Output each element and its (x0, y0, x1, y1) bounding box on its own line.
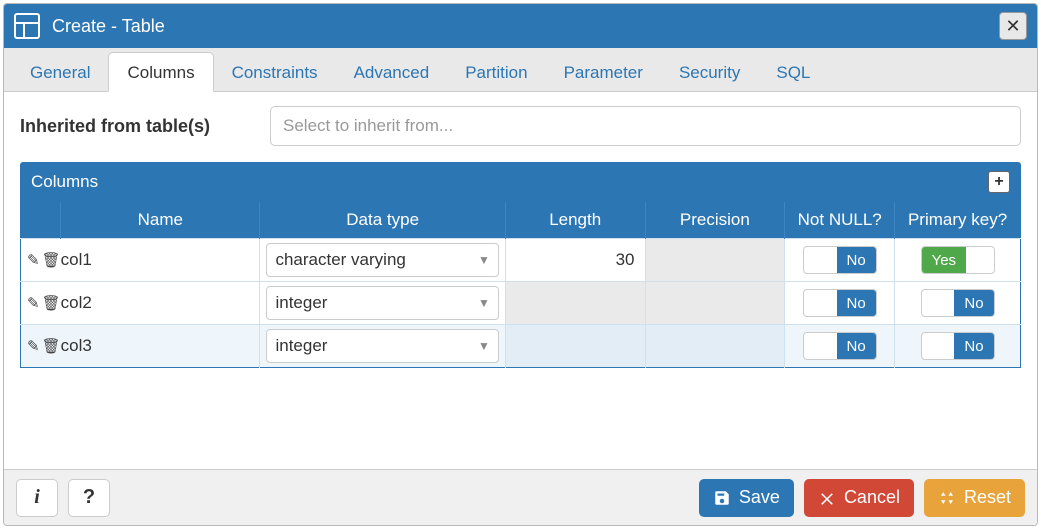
tab-constraints[interactable]: Constraints (214, 53, 336, 91)
cancel-icon (818, 489, 836, 507)
length-cell (505, 282, 645, 325)
name-cell[interactable]: col1 (61, 239, 260, 282)
close-button[interactable]: ✕ (999, 12, 1027, 40)
help-button[interactable]: ? (68, 479, 110, 517)
toggle-label: No (954, 333, 993, 359)
columns-table: Name Data type Length Precision Not NULL… (20, 202, 1021, 368)
row-actions-cell: ✎🗑 (21, 282, 61, 325)
notnull-toggle[interactable]: No (791, 289, 888, 317)
name-cell[interactable]: col3 (61, 325, 260, 368)
toggle-label: No (837, 247, 876, 273)
notnull-toggle[interactable]: No (791, 332, 888, 360)
table-icon (14, 13, 40, 39)
length-cell (505, 325, 645, 368)
datatype-value: character varying (275, 250, 478, 270)
info-icon: i (34, 486, 40, 509)
edit-icon[interactable]: ✎ (27, 337, 40, 355)
th-precision: Precision (645, 202, 785, 239)
row-actions-cell: ✎🗑 (21, 325, 61, 368)
datatype-select[interactable]: integer▼ (266, 329, 498, 363)
add-column-button[interactable]: + (988, 171, 1010, 193)
tab-advanced[interactable]: Advanced (336, 53, 448, 91)
tab-partition[interactable]: Partition (447, 53, 545, 91)
tab-parameter[interactable]: Parameter (546, 53, 661, 91)
close-icon: ✕ (1005, 16, 1020, 37)
create-table-dialog: Create - Table ✕ General Columns Constra… (3, 3, 1038, 526)
datatype-cell: integer▼ (260, 325, 505, 368)
inherit-row: Inherited from table(s) (20, 106, 1021, 146)
reset-button[interactable]: Reset (924, 479, 1025, 517)
toggle-label: No (837, 290, 876, 316)
notnull-cell: No (785, 282, 895, 325)
tab-security[interactable]: Security (661, 53, 758, 91)
info-button[interactable]: i (16, 479, 58, 517)
primarykey-toggle[interactable]: Yes (901, 246, 1014, 274)
primarykey-toggle[interactable]: No (901, 289, 1014, 317)
primarykey-toggle[interactable]: No (901, 332, 1014, 360)
chevron-down-icon: ▼ (478, 339, 490, 353)
plus-icon: + (994, 173, 1003, 191)
toggle-label: No (837, 333, 876, 359)
notnull-cell: No (785, 239, 895, 282)
inherit-input[interactable] (270, 106, 1021, 146)
toggle-label: Yes (922, 247, 966, 273)
cancel-button[interactable]: Cancel (804, 479, 914, 517)
trash-icon[interactable]: 🗑 (42, 294, 61, 312)
datatype-select[interactable]: character varying▼ (266, 243, 498, 277)
save-icon (713, 489, 731, 507)
help-icon: ? (83, 486, 95, 509)
primarykey-cell: No (895, 282, 1021, 325)
datatype-select[interactable]: integer▼ (266, 286, 498, 320)
reset-label: Reset (964, 487, 1011, 508)
datatype-cell: character varying▼ (260, 239, 505, 282)
precision-cell (645, 325, 785, 368)
chevron-down-icon: ▼ (478, 253, 490, 267)
th-length: Length (505, 202, 645, 239)
content-area: Inherited from table(s) Columns + Name D… (4, 92, 1037, 469)
cancel-label: Cancel (844, 487, 900, 508)
trash-icon[interactable]: 🗑 (42, 251, 61, 269)
save-button[interactable]: Save (699, 479, 794, 517)
datatype-value: integer (275, 336, 478, 356)
th-not-null: Not NULL? (785, 202, 895, 239)
toggle-label: No (954, 290, 993, 316)
tab-general[interactable]: General (12, 53, 108, 91)
th-data-type: Data type (260, 202, 505, 239)
columns-section-title: Columns (31, 172, 988, 192)
datatype-cell: integer▼ (260, 282, 505, 325)
th-primary-key: Primary key? (895, 202, 1021, 239)
primarykey-cell: No (895, 325, 1021, 368)
row-actions-cell: ✎🗑 (21, 239, 61, 282)
columns-section-header: Columns + (20, 162, 1021, 202)
datatype-value: integer (275, 293, 478, 313)
tab-sql[interactable]: SQL (758, 53, 828, 91)
titlebar: Create - Table ✕ (4, 4, 1037, 48)
precision-cell (645, 239, 785, 282)
save-label: Save (739, 487, 780, 508)
notnull-cell: No (785, 325, 895, 368)
length-cell[interactable] (505, 239, 645, 282)
recycle-icon (938, 489, 956, 507)
length-input[interactable] (512, 250, 639, 270)
name-cell[interactable]: col2 (61, 282, 260, 325)
dialog-title: Create - Table (52, 16, 999, 37)
footer: i ? Save Cancel Reset (4, 469, 1037, 525)
primarykey-cell: Yes (895, 239, 1021, 282)
chevron-down-icon: ▼ (478, 296, 490, 310)
table-row: ✎🗑col3integer▼NoNo (21, 325, 1021, 368)
inherit-label: Inherited from table(s) (20, 116, 270, 137)
trash-icon[interactable]: 🗑 (42, 337, 61, 355)
table-row: ✎🗑col2integer▼NoNo (21, 282, 1021, 325)
edit-icon[interactable]: ✎ (27, 251, 40, 269)
tab-columns[interactable]: Columns (108, 52, 213, 92)
notnull-toggle[interactable]: No (791, 246, 888, 274)
table-row: ✎🗑col1character varying▼NoYes (21, 239, 1021, 282)
precision-cell (645, 282, 785, 325)
tab-bar: General Columns Constraints Advanced Par… (4, 48, 1037, 92)
th-name: Name (61, 202, 260, 239)
edit-icon[interactable]: ✎ (27, 294, 40, 312)
